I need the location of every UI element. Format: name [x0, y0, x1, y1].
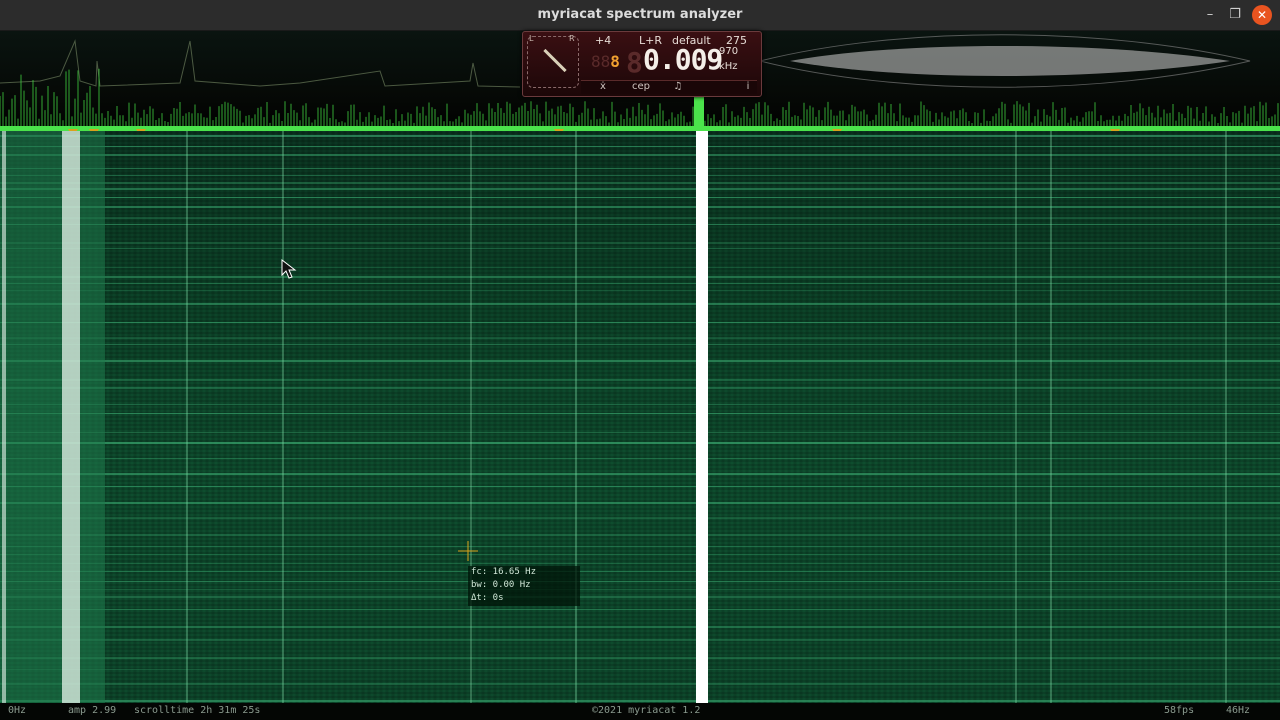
waterfall-band [0, 669, 1280, 670]
ghost-digit: 8 [626, 46, 643, 79]
segment-display: 888 [591, 52, 620, 71]
tooltip-fc: fc: 16.65 Hz [471, 567, 537, 577]
waterfall-band [0, 337, 1280, 339]
info-button[interactable]: i [739, 80, 757, 93]
note-button[interactable]: ♫ [667, 80, 689, 93]
waterfall-band [0, 175, 1280, 176]
waterfall-band [0, 168, 1280, 169]
waterfall-band [0, 700, 1280, 702]
waterfall-display[interactable] [0, 131, 1280, 703]
waterfall-band [0, 432, 1280, 433]
waterfall-band [0, 135, 1280, 137]
waterfall-band [0, 322, 1280, 323]
waterfall-band [0, 360, 1280, 362]
waterfall-band [0, 563, 1280, 564]
waterfall-band [0, 626, 1280, 628]
waterfall-band [0, 248, 1280, 249]
segment-digits: 88 [591, 52, 611, 71]
waterfall-band [0, 217, 1280, 219]
dial-left-label: L [529, 34, 534, 43]
waterfall-band [0, 188, 1280, 190]
waterfall-band [0, 486, 1280, 487]
gain-label[interactable]: +4 [595, 34, 611, 47]
waterfall-band [0, 197, 1280, 198]
waterfall-line [186, 131, 188, 703]
dial-needle [543, 48, 567, 73]
waterfall-band [0, 267, 1280, 268]
left-bright-trace [62, 131, 80, 703]
close-button[interactable]: ✕ [1252, 5, 1272, 25]
waterfall-graph [0, 131, 1280, 703]
waterfall-band [0, 458, 1280, 459]
waterfall-band [0, 379, 1280, 381]
waterfall-band [0, 276, 1280, 278]
center-bright-trace [696, 131, 708, 703]
waterfall-line [1050, 131, 1052, 703]
input-dial[interactable] [527, 36, 579, 88]
waterfall-band [0, 182, 1280, 184]
waterfall-band [0, 473, 1280, 475]
dial-right-label: R [569, 34, 575, 43]
status-left-freq: 0Hz [8, 705, 27, 716]
waterfall-band [0, 154, 1280, 156]
status-right-freq: 46Hz [1226, 705, 1251, 716]
tooltip-bw: bw: 0.00 Hz [471, 580, 531, 590]
edge-trace [2, 131, 6, 703]
waterfall-line [1015, 131, 1017, 703]
unit-label: kHz [719, 61, 738, 72]
waterfall-band [0, 639, 1280, 641]
waterfall-band [0, 442, 1280, 444]
sub-readout: 970 [719, 46, 739, 57]
waterfall-band [0, 657, 1280, 659]
waterfall-band [0, 242, 1280, 244]
waterfall-horizontal-bands [0, 135, 1280, 702]
title-bar: myriacat spectrum analyzer – ❐ ✕ [0, 0, 1280, 31]
waterfall-band [0, 581, 1280, 582]
waterfall-band [0, 404, 1280, 405]
left-noise-band [0, 131, 105, 703]
hud-panel: L R +4 L+R default 275 888 8 0.009 970 k… [522, 31, 762, 97]
waterfall-band [0, 534, 1280, 536]
segment-active-digit: 8 [610, 52, 620, 71]
waterfall-line [1225, 131, 1227, 703]
maximize-button[interactable]: ❐ [1225, 5, 1245, 25]
waterfall-band [0, 290, 1280, 291]
mouse-cursor-icon [281, 259, 297, 279]
waterfall-band [0, 303, 1280, 305]
tooltip-dt: Δt: 0s [471, 593, 504, 603]
waterfall-band [0, 387, 1280, 389]
cursor-tooltip: fc: 16.65 Hz bw: 0.00 Hz Δt: 0s [468, 566, 580, 606]
minimize-button[interactable]: – [1200, 5, 1220, 25]
waterfall-band [0, 571, 1280, 572]
waterfall-band [0, 502, 1280, 504]
waterfall-band [0, 609, 1280, 610]
waterfall-band [0, 224, 1280, 225]
status-bar: 0Hz amp 2.99 scrolltime 2h 31m 25s ©2021… [0, 703, 1280, 720]
waterfall-band [0, 683, 1280, 685]
waterfall-band [0, 554, 1280, 555]
waterfall-band [0, 546, 1280, 547]
waveform-body [790, 46, 1230, 76]
frequency-readout: 0.009 [643, 43, 723, 76]
waterfall-band [0, 517, 1280, 519]
mode-button[interactable]: ẋ [593, 80, 613, 93]
waterfall-band [0, 344, 1280, 345]
window-title: myriacat spectrum analyzer [537, 7, 743, 22]
status-amp: amp 2.99 [68, 705, 117, 716]
waterfall-band [0, 596, 1280, 598]
cep-button[interactable]: cep [623, 80, 659, 93]
status-copyright: ©2021 myriacat 1.2 [592, 705, 701, 716]
waterfall-band [0, 283, 1280, 284]
waterfall-band [0, 206, 1280, 208]
waterfall-band [0, 589, 1280, 590]
waterfall-line [470, 131, 472, 703]
waterfall-line [575, 131, 577, 703]
status-fps: 58fps [1164, 705, 1195, 716]
waterfall-band [0, 413, 1280, 414]
waterfall-band [0, 146, 1280, 147]
waterfall-line [282, 131, 284, 703]
status-scrolltime: scrolltime 2h 31m 25s [134, 705, 261, 716]
spectrum-peak-bar [694, 93, 704, 131]
